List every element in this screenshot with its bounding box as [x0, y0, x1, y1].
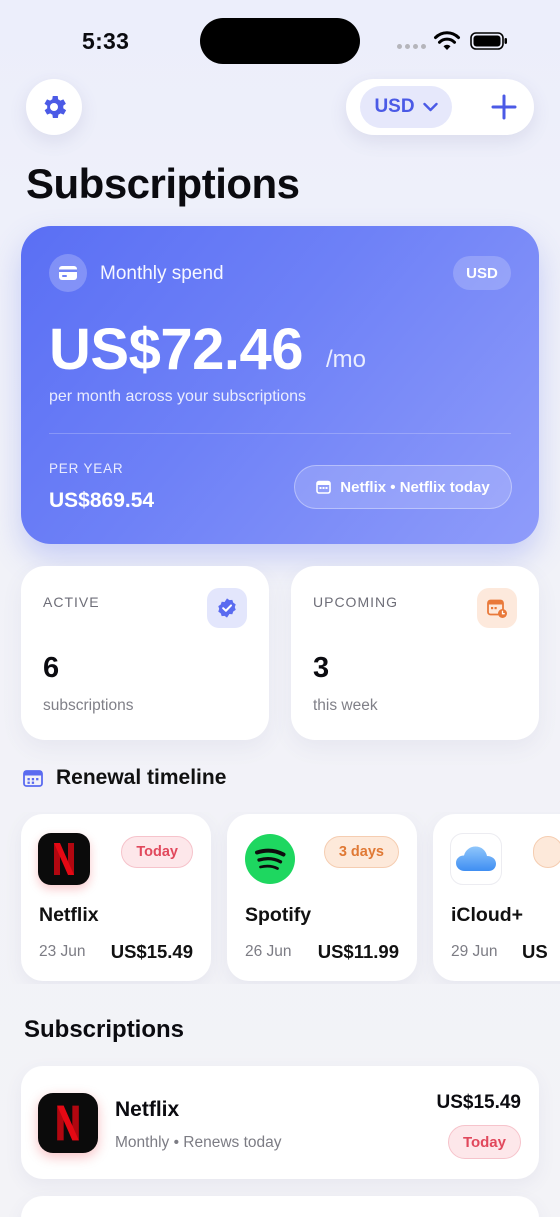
timeline-name-icloud: iCloud+ — [451, 904, 524, 926]
timeline-name-spotify: Spotify — [245, 904, 312, 926]
timeline-badge-netflix: Today — [121, 836, 193, 868]
calendar-icon — [316, 480, 332, 494]
netflix-logo-icon — [38, 1093, 98, 1153]
per-year-label: PER YEAR — [49, 461, 124, 476]
currency-badge: USD — [453, 256, 511, 290]
divider — [49, 433, 511, 434]
timeline-price-spotify: US$11.99 — [317, 941, 399, 962]
subscriptions-section-title: Subscriptions — [24, 1016, 185, 1043]
plus-icon — [491, 94, 517, 120]
icloud-logo-icon — [450, 833, 502, 885]
currency-selector[interactable]: USD — [360, 86, 452, 128]
monthly-spend-label: Monthly spend — [100, 263, 224, 284]
upcoming-stat-label: UPCOMING — [313, 594, 398, 610]
subscription-price: US$15.49 — [436, 1092, 521, 1113]
timeline-card-icloud[interactable]: iCloud+ 29 Jun US — [433, 814, 560, 981]
active-stat-card[interactable]: ACTIVE 6 subscriptions — [21, 566, 269, 740]
timeline-name-netflix: Netflix — [39, 904, 99, 926]
upcoming-stat-caption: this week — [313, 697, 378, 714]
monthly-amount: US$72.46 — [49, 317, 303, 382]
per-year-value: US$869.54 — [49, 489, 155, 512]
active-stat-caption: subscriptions — [43, 697, 134, 714]
calendar-icon — [23, 770, 43, 787]
renewal-timeline-header: Renewal timeline — [23, 766, 226, 790]
wifi-icon — [434, 31, 460, 50]
status-time: 5:33 — [82, 28, 130, 54]
renewal-timeline[interactable]: Today Netflix 23 Jun US$15.49 3 days Spo… — [0, 812, 560, 984]
subscription-name: Netflix — [115, 1098, 180, 1121]
currency-selector-label: USD — [374, 96, 415, 117]
subscription-row-netflix[interactable]: Netflix Monthly • Renews today US$15.49 … — [21, 1066, 539, 1179]
monthly-spend-card[interactable]: Monthly spend USD US$72.46 /mo per month… — [21, 226, 539, 544]
chevron-down-icon — [422, 102, 438, 112]
next-renewal-label: Netflix • Netflix today — [340, 478, 490, 496]
subscription-row[interactable] — [21, 1196, 539, 1217]
verified-badge-icon — [207, 588, 247, 628]
credit-card-icon — [49, 254, 87, 292]
active-count: 6 — [43, 652, 60, 684]
monthly-spend-caption: per month across your subscriptions — [49, 388, 306, 405]
subscription-status-badge: Today — [447, 1125, 521, 1159]
status-bar: 5:33 — [0, 0, 560, 80]
timeline-card-netflix[interactable]: Today Netflix 23 Jun US$15.49 — [21, 814, 211, 981]
timeline-card-spotify[interactable]: 3 days Spotify 26 Jun US$11.99 — [227, 814, 417, 981]
timeline-date-netflix: 23 Jun — [39, 943, 86, 960]
timeline-badge-icloud — [533, 836, 560, 868]
timeline-date-spotify: 26 Jun — [245, 943, 292, 960]
timeline-price-netflix: US$15.49 — [110, 941, 193, 962]
timeline-price-icloud: US — [522, 941, 548, 962]
upcoming-count: 3 — [313, 652, 330, 684]
per-month-suffix: /mo — [326, 346, 367, 373]
upcoming-stat-card[interactable]: UPCOMING 3 this week — [291, 566, 539, 740]
timeline-badge-spotify: 3 days — [323, 836, 399, 868]
gear-icon — [44, 96, 67, 118]
spotify-logo-icon — [244, 833, 296, 885]
subscription-meta: Monthly • Renews today — [115, 1134, 282, 1151]
netflix-logo-icon — [38, 833, 90, 885]
next-renewal-chip[interactable]: Netflix • Netflix today — [294, 465, 512, 509]
settings-button[interactable] — [26, 79, 82, 135]
add-subscription-button[interactable] — [486, 89, 522, 125]
active-stat-label: ACTIVE — [43, 594, 100, 610]
page-title: Subscriptions — [26, 160, 300, 207]
calendar-clock-icon — [477, 588, 517, 628]
timeline-date-icloud: 29 Jun — [451, 943, 498, 960]
battery-icon — [470, 32, 507, 50]
header-actions: USD — [346, 79, 534, 135]
cellular-signal-icon — [397, 44, 426, 49]
dynamic-island — [200, 18, 360, 64]
renewal-timeline-title: Renewal timeline — [56, 766, 227, 789]
